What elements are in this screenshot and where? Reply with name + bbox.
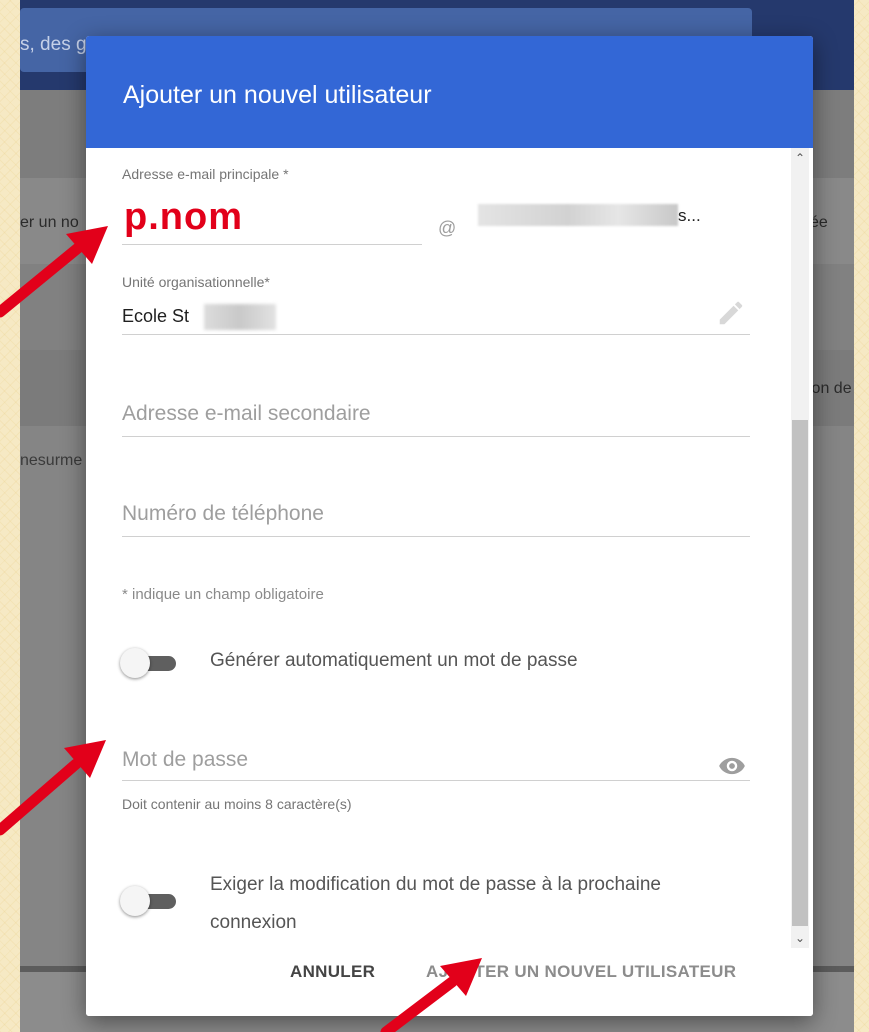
domain-redacted: [478, 204, 678, 226]
dialog-title: Ajouter un nouvel utilisateur: [123, 81, 432, 109]
cancel-button[interactable]: ANNULER: [290, 962, 375, 982]
scroll-up-icon[interactable]: ⌃: [791, 148, 809, 168]
primary-email-input[interactable]: p.nom: [124, 196, 243, 239]
toggle-thumb: [120, 886, 150, 916]
add-user-dialog: Ajouter un nouvel utilisateur Adresse e-…: [86, 36, 813, 1016]
phone-input[interactable]: Numéro de téléphone: [122, 502, 324, 526]
auto-password-toggle[interactable]: [120, 648, 178, 678]
scrollbar-thumb[interactable]: [792, 420, 808, 926]
background-text: nesurme: [20, 452, 83, 469]
dialog-header: Ajouter un nouvel utilisateur: [86, 36, 813, 148]
password-underline: [122, 780, 750, 781]
org-unit-value: Ecole St: [122, 306, 190, 326]
annotation-arrow-email: [0, 226, 108, 318]
pencil-icon[interactable]: [716, 298, 746, 328]
auto-password-label: Générer automatiquement un mot de passe: [210, 650, 578, 671]
secondary-email-input[interactable]: Adresse e-mail secondaire: [122, 402, 371, 426]
password-input[interactable]: Mot de passe: [122, 748, 248, 772]
password-hint: Doit contenir au moins 8 caractère(s): [122, 796, 352, 812]
org-unit-label: Unité organisationnelle*: [122, 274, 270, 290]
secondary-email-underline: [122, 436, 750, 437]
annotation-arrow-add-button: [380, 958, 482, 1032]
scroll-down-icon[interactable]: ⌄: [791, 928, 809, 948]
phone-underline: [122, 536, 750, 537]
background-column-header: ion de: [808, 380, 852, 397]
at-sign: @: [438, 218, 457, 238]
annotation-arrow-password: [0, 740, 106, 836]
required-field-note: * indique un champ obligatoire: [122, 586, 324, 603]
primary-email-underline: [122, 244, 422, 245]
eye-icon[interactable]: [718, 752, 746, 780]
domain-select[interactable]: s...: [678, 206, 701, 226]
org-unit-redacted: [204, 304, 276, 330]
dialog-scrollbar[interactable]: ⌃ ⌄: [791, 148, 809, 948]
toggle-thumb: [120, 648, 150, 678]
require-change-toggle[interactable]: [120, 886, 178, 916]
dialog-body: Adresse e-mail principale * p.nom @ s...…: [86, 148, 813, 948]
primary-email-label: Adresse e-mail principale *: [122, 166, 289, 182]
require-change-label: Exiger la modification du mot de passe à…: [210, 874, 661, 933]
org-unit-underline: [122, 334, 750, 335]
